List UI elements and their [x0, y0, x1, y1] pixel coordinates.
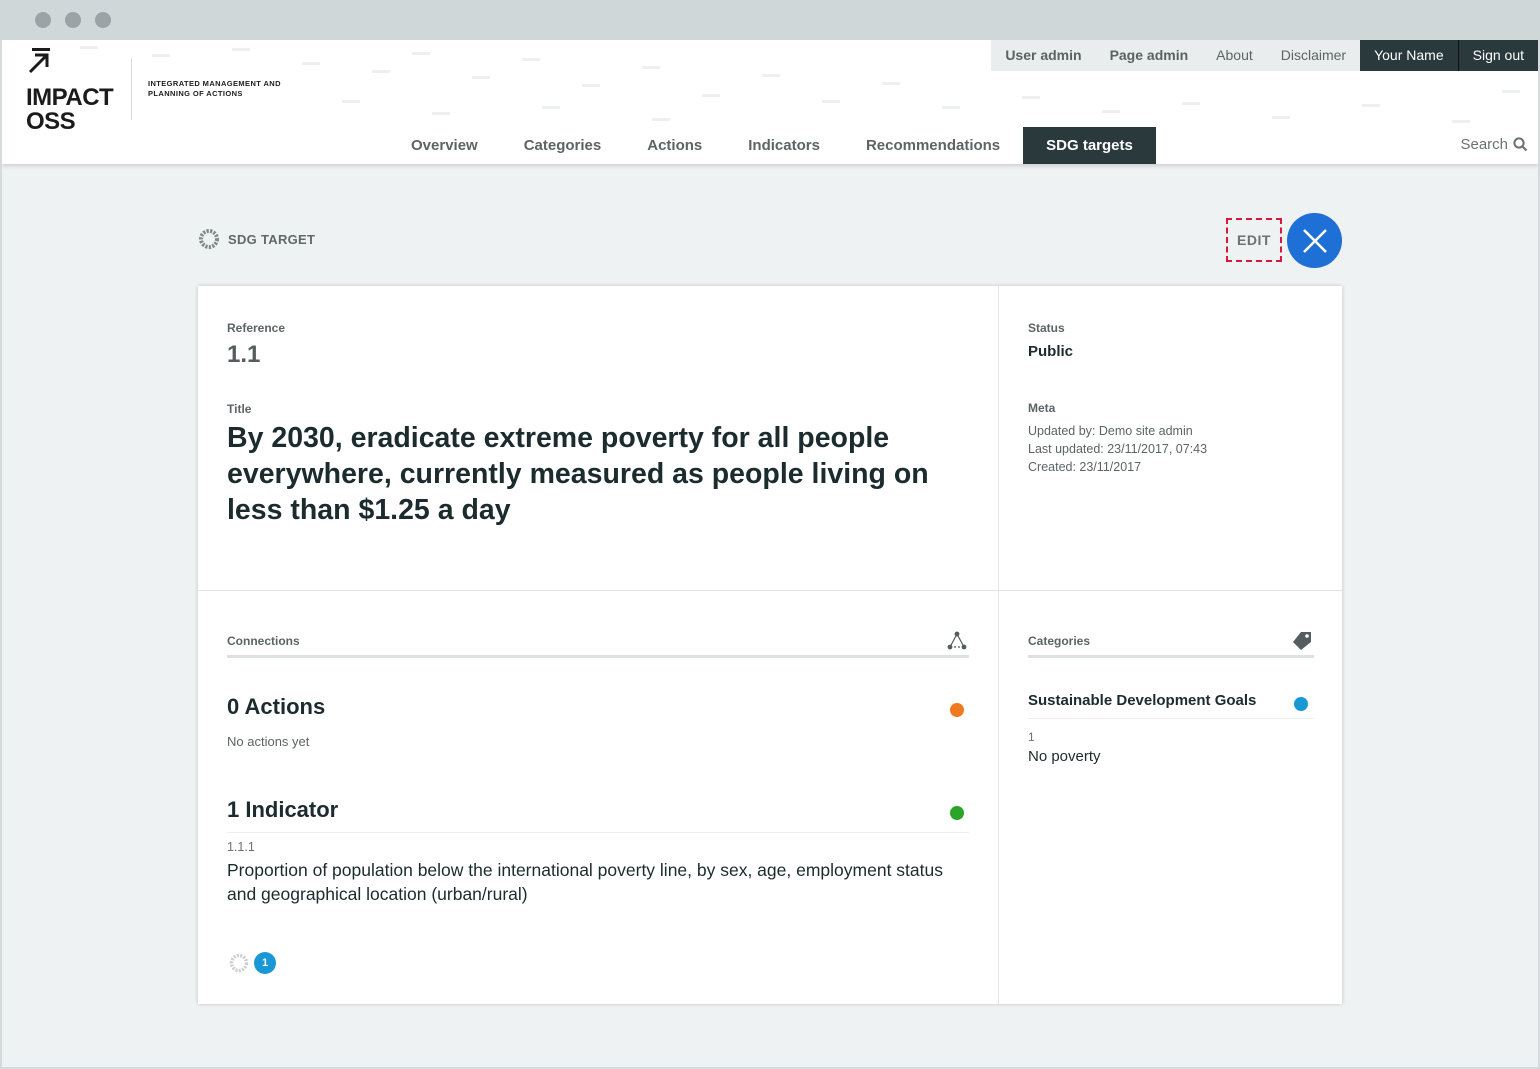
- brand-logo[interactable]: IMPACT OSS: [24, 48, 124, 135]
- header-pattern: [542, 106, 560, 109]
- header-pattern: [372, 70, 390, 73]
- connection-count-badge[interactable]: 1: [254, 952, 276, 974]
- top-nav-about[interactable]: About: [1202, 40, 1267, 71]
- window-dot: [95, 12, 111, 28]
- search-icon: [1513, 137, 1528, 152]
- actions-empty-message: No actions yet: [227, 734, 310, 749]
- header-pattern: [432, 112, 450, 115]
- logo-arrow-icon: [28, 48, 50, 74]
- card-row-divider: [198, 590, 1342, 591]
- meta-updated-by: Updated by: Demo site admin: [1028, 424, 1193, 438]
- search-button[interactable]: Search: [1460, 136, 1528, 153]
- header-pattern: [642, 66, 660, 69]
- connections-icon: [947, 631, 967, 650]
- header-pattern: [152, 54, 170, 57]
- connections-header: Connections: [227, 631, 969, 658]
- status-value: Public: [1028, 343, 1074, 360]
- top-nav: User admin Page admin About Disclaimer Y…: [991, 40, 1538, 71]
- tab-actions[interactable]: Actions: [624, 127, 725, 164]
- header-pattern: [1362, 104, 1380, 107]
- detail-card: Reference 1.1 Title By 2030, eradicate e…: [198, 286, 1342, 1004]
- tab-indicators[interactable]: Indicators: [725, 127, 843, 164]
- category-number: 1: [1028, 730, 1035, 744]
- header-pattern: [522, 58, 540, 61]
- header-pattern: [1182, 102, 1200, 105]
- window-dot: [35, 12, 51, 28]
- header-pattern: [652, 118, 670, 121]
- top-nav-user-name[interactable]: Your Name: [1360, 40, 1458, 71]
- tab-sdg-targets[interactable]: SDG targets: [1023, 127, 1156, 164]
- category-group-name: Sustainable Development Goals: [1028, 692, 1257, 709]
- header-pattern: [942, 106, 960, 109]
- header-pattern: [342, 100, 360, 103]
- meta-created: Created: 23/11/2017: [1028, 460, 1142, 474]
- header-pattern: [882, 82, 900, 85]
- window-dot: [65, 12, 81, 28]
- tag-icon: [1293, 632, 1311, 650]
- header-pattern: [1022, 96, 1040, 99]
- top-nav-user-admin[interactable]: User admin: [991, 40, 1096, 71]
- actions-count-heading: 0 Actions: [227, 694, 326, 719]
- header-pattern: [762, 74, 780, 77]
- header-pattern: [302, 62, 320, 65]
- header-pattern: [822, 100, 840, 103]
- brand-name-suffix: OSS: [26, 108, 76, 135]
- header-pattern: [1272, 116, 1290, 119]
- sdg-icon: [199, 229, 219, 249]
- meta-last-updated: Last updated: 23/11/2017, 07:43: [1028, 442, 1208, 456]
- meta-label: Meta: [1028, 401, 1056, 415]
- indicator-row-divider: [227, 832, 969, 833]
- tab-recommendations[interactable]: Recommendations: [843, 127, 1023, 164]
- window-chrome: [0, 0, 1540, 40]
- indicator-title-link[interactable]: Proportion of population below the inter…: [227, 858, 967, 906]
- category-row-divider: [1028, 718, 1314, 719]
- reference-label: Reference: [227, 321, 286, 335]
- actions-color-dot: [950, 703, 964, 717]
- brand-divider: [131, 58, 132, 120]
- header-pattern: [582, 84, 600, 87]
- tab-categories[interactable]: Categories: [501, 127, 625, 164]
- page-type-label: SDG TARGET: [198, 228, 315, 250]
- header-pattern: [1452, 120, 1470, 123]
- main-nav: Overview Categories Actions Indicators R…: [388, 127, 1156, 164]
- categories-label: Categories: [1028, 634, 1091, 648]
- indicators-color-dot: [950, 806, 964, 820]
- indicator-reference: 1.1.1: [227, 840, 255, 854]
- reference-value: 1.1: [227, 341, 261, 368]
- header-pattern: [1102, 110, 1120, 113]
- site-header: IMPACT OSS INTEGRATED MANAGEMENT AND PLA…: [2, 40, 1538, 164]
- status-label: Status: [1028, 321, 1065, 335]
- categories-header: Categories: [1028, 632, 1314, 658]
- edit-button[interactable]: EDIT: [1226, 218, 1282, 262]
- sdg-target-icon: [229, 953, 249, 973]
- brand-tagline: INTEGRATED MANAGEMENT AND PLANNING OF AC…: [148, 79, 281, 98]
- header-pattern: [232, 48, 250, 51]
- page-type-text: SDG TARGET: [228, 231, 316, 247]
- close-button[interactable]: [1287, 213, 1342, 268]
- title-label: Title: [227, 402, 252, 416]
- indicators-count-heading: 1 Indicator: [227, 797, 339, 822]
- target-title: By 2030, eradicate extreme poverty for a…: [227, 422, 929, 526]
- header-pattern: [412, 52, 430, 55]
- top-nav-disclaimer[interactable]: Disclaimer: [1266, 40, 1361, 71]
- search-label: Search: [1460, 136, 1508, 153]
- category-group-color-dot: [1294, 697, 1308, 711]
- connections-label: Connections: [227, 634, 300, 648]
- page: IMPACT OSS INTEGRATED MANAGEMENT AND PLA…: [2, 40, 1538, 1067]
- tab-overview[interactable]: Overview: [388, 127, 501, 164]
- header-pattern: [702, 94, 720, 97]
- category-item-link[interactable]: No poverty: [1028, 748, 1101, 765]
- close-icon: [1302, 228, 1327, 253]
- top-nav-page-admin[interactable]: Page admin: [1095, 40, 1203, 71]
- sign-out-button[interactable]: Sign out: [1458, 40, 1538, 71]
- card-column-divider: [998, 286, 999, 1004]
- header-pattern: [472, 76, 490, 79]
- header-pattern: [1502, 90, 1520, 93]
